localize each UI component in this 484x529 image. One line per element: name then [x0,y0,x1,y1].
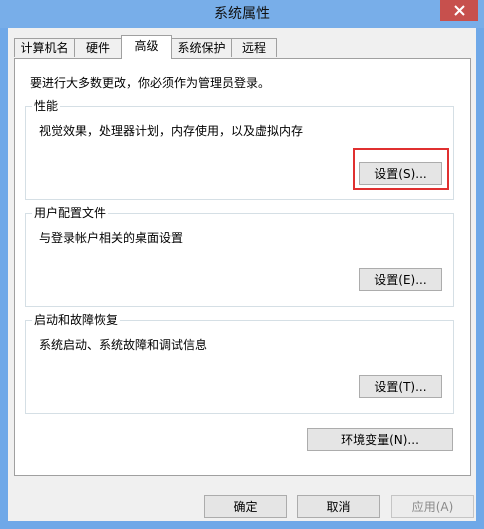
system-properties-window: 系统属性 计算机名 硬件 高级 系统保护 远程 要进行大多数更改，你必须作为管理… [0,0,484,529]
startup-recovery-description: 系统启动、系统故障和调试信息 [39,338,208,352]
apply-button[interactable]: 应用(A) [391,495,474,518]
title-bar: 系统属性 [0,0,484,28]
environment-variables-button[interactable]: 环境变量(N)... [307,428,453,451]
tab-hardware[interactable]: 硬件 [74,38,122,57]
tab-remote[interactable]: 远程 [231,38,277,57]
startup-recovery-group-title: 启动和故障恢复 [32,313,121,327]
admin-notice: 要进行大多数更改，你必须作为管理员登录。 [30,76,271,90]
close-icon [453,5,465,16]
cancel-button[interactable]: 取消 [297,495,380,518]
user-profiles-group-title: 用户配置文件 [32,206,109,220]
startup-recovery-group: 启动和故障恢复 系统启动、系统故障和调试信息 设置(T)... [25,313,454,414]
performance-settings-button[interactable]: 设置(S)... [359,162,442,185]
user-profiles-group: 用户配置文件 与登录帐户相关的桌面设置 设置(E)... [25,206,454,307]
ok-button[interactable]: 确定 [204,495,287,518]
tab-system-protection[interactable]: 系统保护 [171,38,232,57]
tab-computer-name[interactable]: 计算机名 [14,38,75,57]
performance-description: 视觉效果，处理器计划，内存使用，以及虚拟内存 [39,124,304,138]
advanced-tab-panel: 要进行大多数更改，你必须作为管理员登录。 性能 视觉效果，处理器计划，内存使用，… [14,58,471,476]
performance-group: 性能 视觉效果，处理器计划，内存使用，以及虚拟内存 设置(S)... [25,99,454,200]
close-button[interactable] [440,0,478,21]
user-profiles-description: 与登录帐户相关的桌面设置 [39,231,184,245]
startup-recovery-settings-button[interactable]: 设置(T)... [359,375,442,398]
tab-advanced[interactable]: 高级 [121,35,172,59]
dialog-body: 计算机名 硬件 高级 系统保护 远程 要进行大多数更改，你必须作为管理员登录。 … [8,28,476,521]
performance-group-title: 性能 [32,99,61,113]
window-title: 系统属性 [214,6,270,22]
user-profiles-settings-button[interactable]: 设置(E)... [359,268,442,291]
